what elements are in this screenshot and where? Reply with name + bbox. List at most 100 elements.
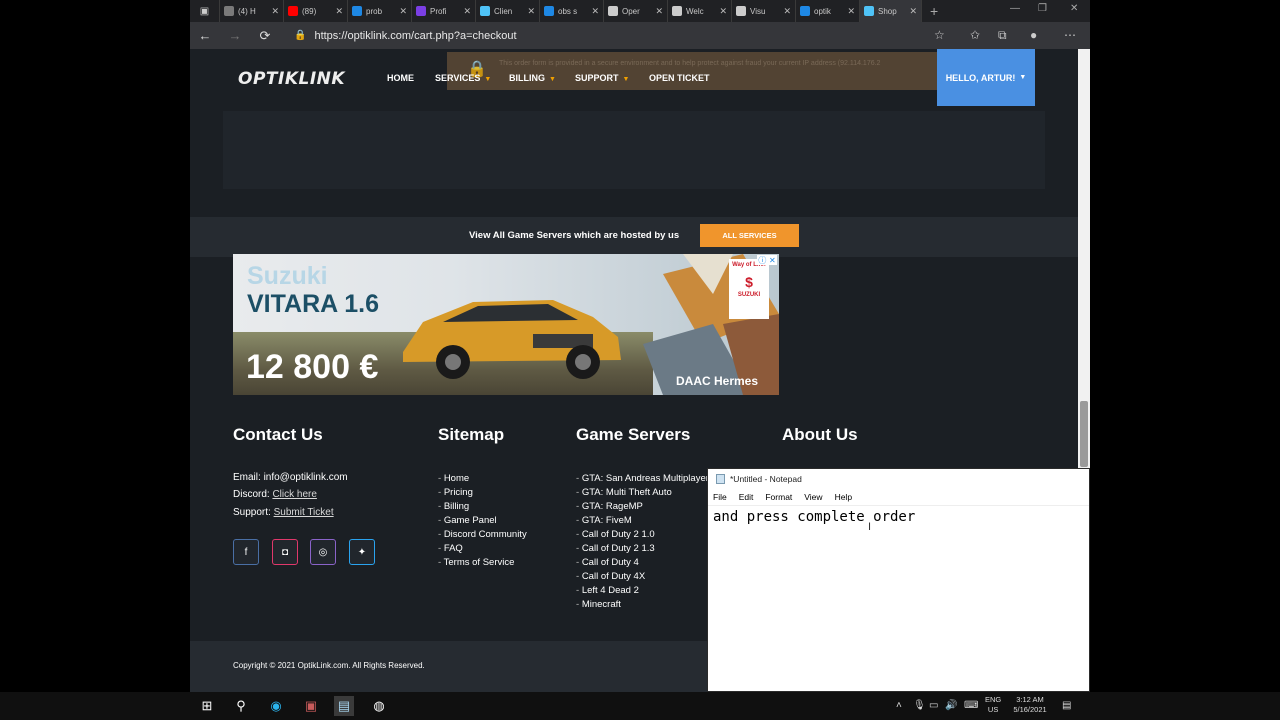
notepad-menu-format[interactable]: Format bbox=[765, 492, 792, 502]
new-tab-icon[interactable]: + bbox=[930, 3, 938, 19]
close-icon[interactable]: ✕ bbox=[783, 6, 791, 17]
close-icon[interactable]: ✕ bbox=[655, 6, 663, 17]
sitemap-item[interactable]: Pricing bbox=[438, 487, 527, 501]
discord-icon[interactable]: ◘ bbox=[272, 539, 298, 565]
close-icon[interactable]: ✕ bbox=[909, 6, 917, 17]
close-window-icon[interactable]: ✕ bbox=[1070, 3, 1078, 14]
nav-open-ticket[interactable]: OPEN TICKET bbox=[649, 73, 710, 83]
browser-tab[interactable]: Welc ✕ bbox=[668, 0, 732, 22]
sitemap-item[interactable]: Billing bbox=[438, 501, 527, 515]
obs-icon[interactable]: ◍ bbox=[369, 696, 389, 716]
notifications-icon[interactable]: ▤ bbox=[1062, 700, 1071, 711]
app-icon[interactable]: ▣ bbox=[301, 696, 321, 716]
notepad-menu-edit[interactable]: Edit bbox=[739, 492, 754, 502]
more-options-icon[interactable]: ⋯ bbox=[1064, 28, 1076, 42]
game-server-item[interactable]: GTA: San Andreas Multiplayer bbox=[576, 473, 709, 487]
browser-tab[interactable]: optik ✕ bbox=[796, 0, 860, 22]
url-field[interactable]: 🔒 https://optiklink.com/cart.php?a=check… bbox=[294, 26, 954, 45]
edge-browser-icon[interactable]: ◉ bbox=[266, 696, 286, 716]
clock-date: 5/16/2021 bbox=[1013, 705, 1047, 714]
microphone-icon[interactable]: 🎙 bbox=[913, 700, 926, 711]
close-icon[interactable]: ✕ bbox=[591, 6, 599, 17]
sitemap-item[interactable]: FAQ bbox=[438, 543, 527, 557]
close-icon[interactable]: ✕ bbox=[719, 6, 727, 17]
notepad-menu-file[interactable]: File bbox=[713, 492, 727, 502]
browser-tab[interactable]: prob ✕ bbox=[348, 0, 412, 22]
forward-button[interactable]: → bbox=[220, 28, 250, 43]
tab-window-menu[interactable]: ▣ bbox=[190, 0, 220, 22]
notepad-menu-view[interactable]: View bbox=[804, 492, 822, 502]
game-server-item[interactable]: Minecraft bbox=[576, 599, 709, 613]
nav-services[interactable]: SERVICES ▼ bbox=[435, 73, 491, 83]
browser-tab[interactable]: Clien ✕ bbox=[476, 0, 540, 22]
close-icon[interactable]: ✕ bbox=[527, 6, 535, 17]
browser-tab[interactable]: obs s ✕ bbox=[540, 0, 604, 22]
sitemap-item[interactable]: Terms of Service bbox=[438, 557, 527, 571]
notepad-text-area[interactable]: and press complete order bbox=[708, 506, 1089, 528]
favorite-star-icon[interactable]: ☆ bbox=[934, 28, 945, 42]
browser-tab[interactable]: Profi ✕ bbox=[412, 0, 476, 22]
site-header: OPTIKLINK 🔒 This order form is provided … bbox=[190, 49, 1078, 107]
game-server-item[interactable]: Call of Duty 2 1.3 bbox=[576, 543, 709, 557]
all-services-button[interactable]: ALL SERVICES bbox=[700, 224, 799, 247]
close-icon[interactable]: ✕ bbox=[463, 6, 471, 17]
nav-label: SUPPORT bbox=[575, 73, 619, 83]
ad-close-button[interactable]: ⓘ ✕ bbox=[757, 255, 777, 265]
scrollbar-thumb[interactable] bbox=[1080, 401, 1088, 467]
profile-avatar-icon[interactable]: ● bbox=[1030, 28, 1037, 42]
close-icon[interactable]: ✕ bbox=[399, 6, 407, 17]
notepad-window[interactable]: *Untitled - Notepad File Edit Format View He… bbox=[707, 468, 1090, 692]
close-icon[interactable]: ✕ bbox=[847, 6, 855, 17]
game-server-item[interactable]: GTA: FiveM bbox=[576, 515, 709, 529]
browser-tab[interactable]: (89) ✕ bbox=[284, 0, 348, 22]
tab-label: Profi bbox=[430, 6, 447, 16]
clock[interactable]: 3:12 AM 5/16/2021 bbox=[1008, 695, 1052, 715]
network-icon[interactable]: ▭ bbox=[929, 700, 938, 711]
chevron-up-icon[interactable]: ˄ bbox=[896, 700, 902, 711]
facebook-icon[interactable]: f bbox=[233, 539, 259, 565]
user-menu-button[interactable]: HELLO, ARTUR! ▼ bbox=[937, 49, 1035, 106]
back-button[interactable]: ← bbox=[190, 28, 220, 43]
youtube-icon bbox=[288, 6, 298, 16]
browser-tab[interactable]: Oper ✕ bbox=[604, 0, 668, 22]
submit-ticket-link[interactable]: Submit Ticket bbox=[274, 507, 334, 518]
search-icon[interactable]: ⚲ bbox=[231, 696, 251, 716]
windows-start-icon[interactable]: ⊞ bbox=[197, 696, 217, 716]
game-server-item[interactable]: GTA: Multi Theft Auto bbox=[576, 487, 709, 501]
nav-support[interactable]: SUPPORT ▼ bbox=[575, 73, 629, 83]
chevron-down-icon: ▼ bbox=[484, 76, 492, 83]
close-icon[interactable]: ✕ bbox=[271, 6, 279, 17]
notepad-menu-help[interactable]: Help bbox=[835, 492, 852, 502]
game-server-item[interactable]: Call of Duty 4X bbox=[576, 571, 709, 585]
browser-tab[interactable]: (4) H ✕ bbox=[220, 0, 284, 22]
close-icon[interactable]: ✕ bbox=[335, 6, 343, 17]
reload-button[interactable]: ⟳ bbox=[250, 28, 280, 44]
site-logo[interactable]: OPTIKLINK bbox=[238, 69, 345, 89]
collections-icon[interactable]: ⧉ bbox=[998, 28, 1007, 43]
advertisement-banner[interactable]: Suzuki VITARA 1.6 12 800 € DAAC Hermes W… bbox=[233, 254, 779, 395]
volume-icon[interactable]: 🔊 bbox=[945, 700, 957, 711]
browser-tab[interactable]: Visu ✕ bbox=[732, 0, 796, 22]
game-server-item[interactable]: GTA: RageMP bbox=[576, 501, 709, 515]
minimize-icon[interactable]: — bbox=[1010, 3, 1020, 14]
twitter-icon[interactable]: ✦ bbox=[349, 539, 375, 565]
sitemap-item[interactable]: Game Panel bbox=[438, 515, 527, 529]
game-server-item[interactable]: Call of Duty 2 1.0 bbox=[576, 529, 709, 543]
sitemap-item[interactable]: Home bbox=[438, 473, 527, 487]
notepad-taskbar-icon[interactable]: ▤ bbox=[334, 696, 354, 716]
input-language[interactable]: ENG US bbox=[985, 695, 1001, 715]
game-server-item[interactable]: Call of Duty 4 bbox=[576, 557, 709, 571]
nav-label: SERVICES bbox=[435, 73, 481, 83]
maximize-icon[interactable]: ❐ bbox=[1038, 3, 1047, 14]
favorites-icon[interactable]: ✩ bbox=[970, 28, 980, 42]
keyboard-icon[interactable]: ⌨ bbox=[964, 700, 978, 711]
instagram-icon[interactable]: ◎ bbox=[310, 539, 336, 565]
browser-tab[interactable]: Shop ✕ bbox=[860, 0, 922, 22]
nav-billing[interactable]: BILLING ▼ bbox=[509, 73, 556, 83]
game-server-item[interactable]: Left 4 Dead 2 bbox=[576, 585, 709, 599]
discord-link[interactable]: Click here bbox=[272, 489, 316, 500]
notepad-titlebar[interactable]: *Untitled - Notepad bbox=[708, 469, 1089, 489]
email-value[interactable]: info@optiklink.com bbox=[264, 472, 348, 483]
nav-home[interactable]: HOME bbox=[387, 73, 414, 83]
sitemap-item[interactable]: Discord Community bbox=[438, 529, 527, 543]
